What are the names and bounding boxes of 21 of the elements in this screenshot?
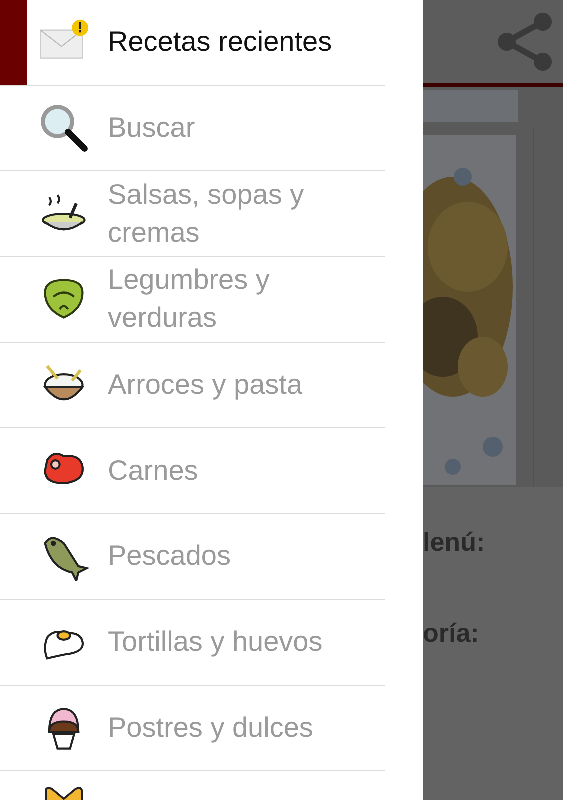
drawer-item[interactable]: Pescados — [0, 514, 385, 600]
field-label: oría: — [423, 618, 480, 649]
drawer-item[interactable]: Recetas recientes — [0, 0, 385, 86]
drawer-item[interactable]: Carnes — [0, 428, 385, 514]
drawer-item[interactable]: Tortillas y huevos — [0, 600, 385, 686]
share-icon[interactable] — [495, 12, 555, 72]
field-label: lenú: — [423, 527, 486, 558]
item-label: Tortillas y huevos — [108, 625, 323, 660]
drawer-item[interactable]: Buscar — [0, 86, 385, 172]
drawer-item[interactable]: Salsas, sopas y cremas — [0, 171, 385, 258]
item-label: Recetas recientes — [108, 25, 332, 60]
item-label: Carnes — [108, 454, 198, 488]
drawer-item[interactable]: Postres y dulces — [0, 686, 385, 772]
item-label: Legumbres y verduras — [108, 263, 271, 336]
drawer-item[interactable]: Arroces y pasta — [0, 342, 385, 428]
item-label: Salsas, sopas y cremas — [108, 178, 306, 250]
item-label: Arroces y pasta — [108, 368, 303, 402]
drawer-item[interactable]: Legumbres y verduras — [0, 257, 385, 343]
item-label: Pescados — [108, 539, 231, 574]
item-label: Postres y dulces — [108, 710, 314, 745]
item-label: Buscar — [108, 111, 196, 146]
